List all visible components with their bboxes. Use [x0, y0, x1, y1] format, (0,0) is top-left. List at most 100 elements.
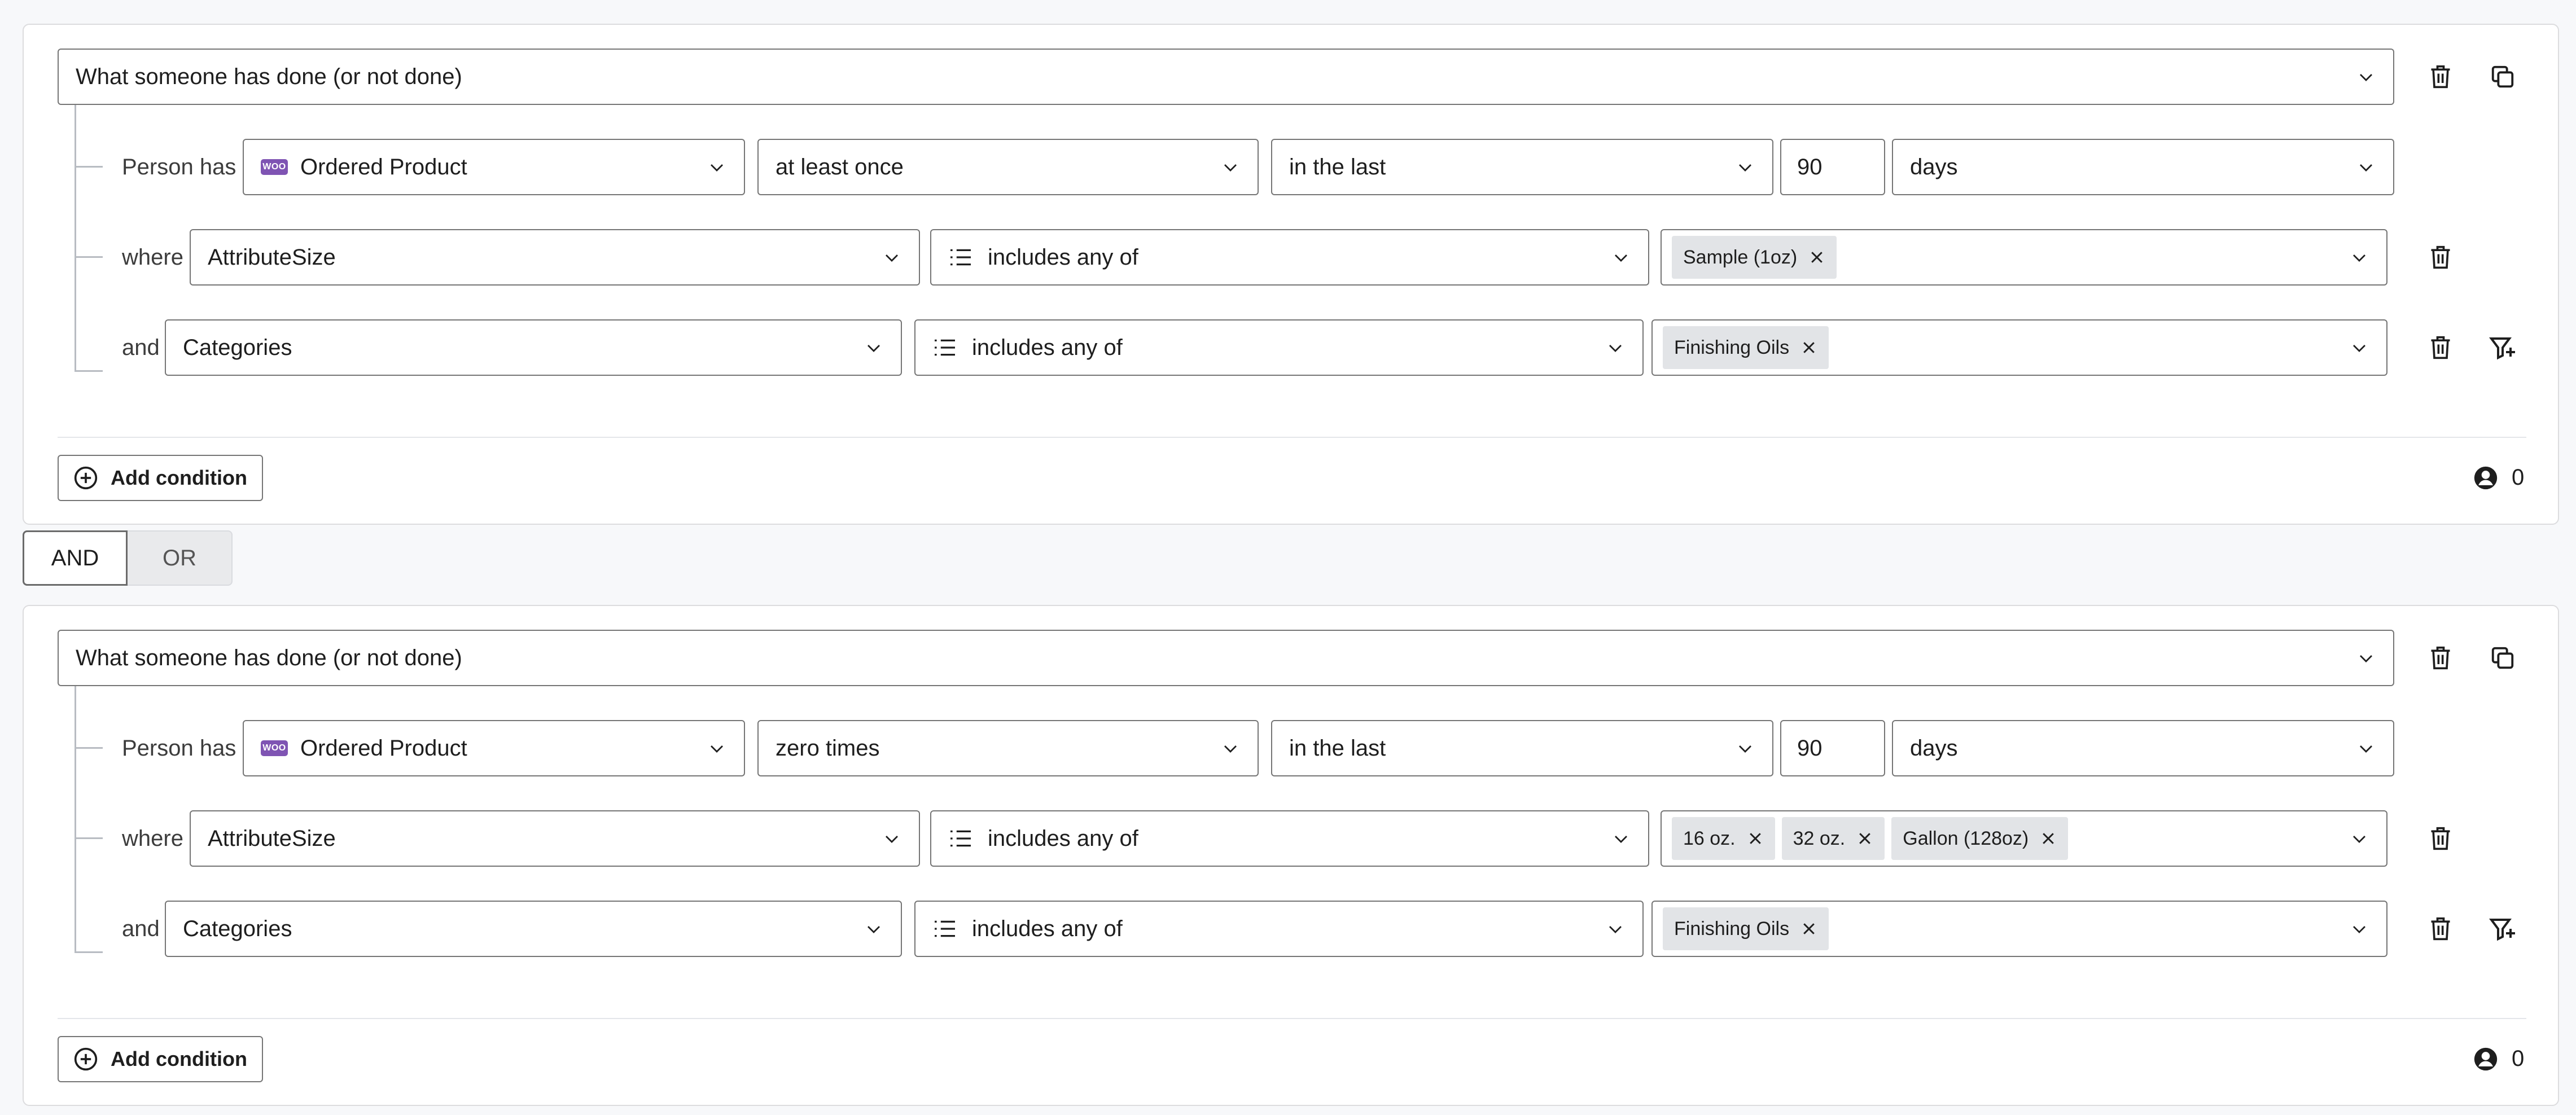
- where-values-select[interactable]: Sample (1oz): [1661, 229, 2387, 286]
- chevron-down-icon: [2360, 74, 2372, 81]
- timeframe-value-input[interactable]: 90: [1780, 139, 1885, 195]
- or-option[interactable]: OR: [128, 530, 233, 586]
- chevron-down-icon: [2360, 745, 2372, 753]
- condition-type-select-value: What someone has done (or not done): [76, 645, 462, 670]
- and-field-select[interactable]: Categories: [165, 901, 902, 957]
- chevron-down-icon: [1609, 345, 1622, 352]
- delete-condition-button[interactable]: [2425, 913, 2456, 945]
- chevron-down-icon: [1224, 745, 1237, 753]
- where-operator-select[interactable]: includes any of: [930, 810, 1649, 867]
- close-icon[interactable]: [1800, 920, 1817, 937]
- tree-branch: [75, 951, 103, 953]
- where-operator-select[interactable]: includes any of: [930, 229, 1649, 286]
- close-icon[interactable]: [1747, 830, 1764, 847]
- and-field-select-value: Categories: [183, 335, 292, 360]
- where-field-select-value: AttributeSize: [208, 826, 336, 851]
- chevron-down-icon: [868, 345, 880, 352]
- and-operator-select-value: includes any of: [972, 335, 1123, 360]
- condition-type-select[interactable]: What someone has done (or not done): [58, 630, 2394, 686]
- person-has-label: Person has: [122, 155, 236, 179]
- selected-tag: Finishing Oils: [1663, 907, 1829, 950]
- and-field-select[interactable]: Categories: [165, 319, 902, 376]
- chevron-down-icon: [2360, 655, 2372, 662]
- duplicate-group-button[interactable]: [2487, 61, 2518, 93]
- timeframe-value: 90: [1797, 154, 1823, 179]
- chevron-down-icon: [1224, 164, 1237, 172]
- tag-label: 32 oz.: [1793, 827, 1846, 849]
- delete-condition-button[interactable]: [2425, 823, 2456, 854]
- chevron-down-icon: [1615, 836, 1627, 843]
- close-icon[interactable]: [1800, 339, 1817, 356]
- timeframe-select[interactable]: in the last: [1271, 720, 1773, 776]
- divider: [58, 1018, 2526, 1019]
- delete-group-icon: [2431, 646, 2450, 670]
- where-field-select[interactable]: AttributeSize: [190, 810, 920, 867]
- add-filter-icon: [2489, 919, 2515, 941]
- list-icon: [935, 339, 955, 356]
- chevron-down-icon: [1739, 164, 1751, 172]
- condition-type-select[interactable]: What someone has done (or not done): [58, 49, 2394, 105]
- add-filter-button[interactable]: [2487, 913, 2518, 945]
- add-condition-label: Add condition: [111, 1047, 247, 1070]
- selected-tag: 16 oz.: [1672, 817, 1775, 860]
- delete-group-button[interactable]: [2425, 61, 2456, 93]
- where-label: where: [122, 826, 183, 851]
- timeframe-value-input[interactable]: 90: [1780, 720, 1885, 776]
- add-condition-button[interactable]: Add condition: [58, 455, 263, 501]
- timeframe-unit-select[interactable]: days: [1892, 720, 2394, 776]
- chevron-down-icon: [2353, 836, 2365, 843]
- timeframe-select[interactable]: in the last: [1271, 139, 1773, 195]
- tree-branch: [75, 837, 103, 839]
- tag-label: Finishing Oils: [1674, 336, 1790, 358]
- timeframe-value: 90: [1797, 735, 1823, 761]
- close-icon[interactable]: [2040, 830, 2057, 847]
- event-select[interactable]: WOO Ordered Product: [243, 139, 745, 195]
- audience-count-value: 0: [2512, 465, 2525, 490]
- person-circle-icon: [2474, 466, 2498, 489]
- plus-circle-icon: [74, 466, 98, 490]
- where-values-select[interactable]: 16 oz. 32 oz. Gallon (128oz): [1661, 810, 2387, 867]
- event-select-value: Ordered Product: [300, 735, 467, 761]
- where-operator-select-value: includes any of: [988, 826, 1138, 851]
- frequency-select[interactable]: at least once: [757, 139, 1259, 195]
- selected-tag: Sample (1oz): [1672, 236, 1837, 279]
- tag-label: Sample (1oz): [1683, 246, 1798, 268]
- tag-label: Gallon (128oz): [1903, 827, 2029, 849]
- tree-line: [75, 105, 76, 371]
- and-operator-select[interactable]: includes any of: [914, 319, 1644, 376]
- event-select-value: Ordered Product: [300, 154, 467, 179]
- tree-branch: [75, 370, 103, 372]
- close-icon[interactable]: [1856, 830, 1873, 847]
- delete-condition-button[interactable]: [2425, 242, 2456, 273]
- list-icon: [950, 830, 971, 847]
- delete-group-button[interactable]: [2425, 642, 2456, 674]
- woocommerce-icon: WOO: [261, 159, 288, 175]
- and-values-select[interactable]: Finishing Oils: [1651, 319, 2387, 376]
- event-select[interactable]: WOO Ordered Product: [243, 720, 745, 776]
- and-option[interactable]: AND: [23, 530, 128, 586]
- and-label: and: [122, 335, 160, 360]
- delete-condition-icon: [2431, 336, 2450, 359]
- frequency-select[interactable]: zero times: [757, 720, 1259, 776]
- delete-group-icon: [2431, 65, 2450, 89]
- duplicate-group-icon: [2491, 65, 2514, 88]
- tree-branch: [75, 166, 103, 168]
- and-operator-select[interactable]: includes any of: [914, 901, 1644, 957]
- chevron-down-icon: [1739, 745, 1751, 753]
- audience-count-value: 0: [2512, 1046, 2525, 1071]
- delete-condition-button[interactable]: [2425, 332, 2456, 363]
- duplicate-group-button[interactable]: [2487, 642, 2518, 674]
- close-icon[interactable]: [1808, 249, 1825, 266]
- add-condition-button[interactable]: Add condition: [58, 1036, 263, 1082]
- plus-circle-icon: [74, 1047, 98, 1071]
- chevron-down-icon: [886, 254, 898, 262]
- chevron-down-icon: [1615, 254, 1627, 262]
- and-values-select[interactable]: Finishing Oils: [1651, 901, 2387, 957]
- chevron-down-icon: [2353, 926, 2365, 933]
- where-operator-select-value: includes any of: [988, 244, 1138, 270]
- add-filter-button[interactable]: [2487, 332, 2518, 363]
- timeframe-unit-select[interactable]: days: [1892, 139, 2394, 195]
- condition-group: What someone has done (or not done) Perso…: [23, 605, 2559, 1106]
- where-field-select[interactable]: AttributeSize: [190, 229, 920, 286]
- audience-count: 0: [2473, 1046, 2524, 1072]
